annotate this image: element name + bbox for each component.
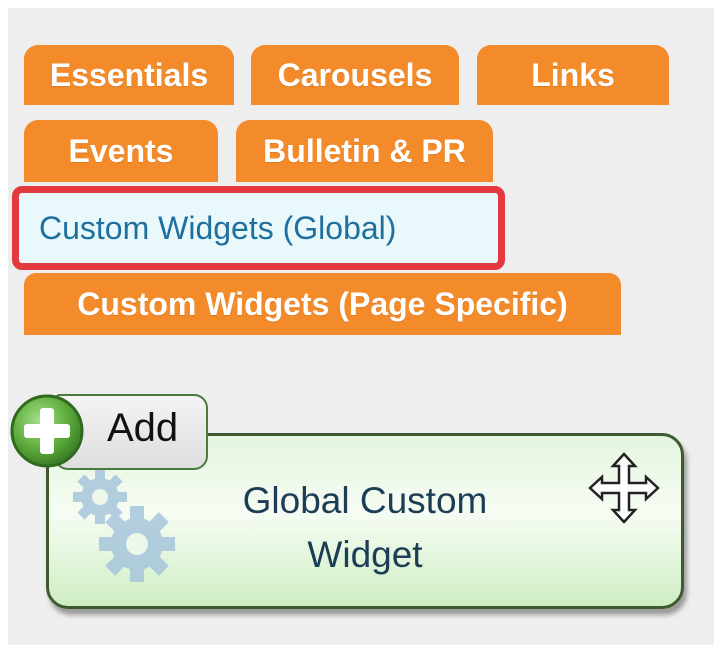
widget-title: Global Custom Widget — [199, 474, 531, 582]
gears-icon — [73, 470, 175, 582]
widget-title-line2: Widget — [307, 534, 423, 575]
tab-carousels[interactable]: Carousels — [251, 45, 459, 105]
tab-bulletin-pr[interactable]: Bulletin & PR — [236, 120, 493, 182]
tab-essentials[interactable]: Essentials — [24, 45, 234, 105]
add-widget-button[interactable]: Add — [8, 392, 210, 472]
widget-title-line1: Global Custom — [242, 480, 488, 521]
plus-circle-icon — [10, 394, 84, 468]
tab-custom-widgets-global[interactable]: Custom Widgets (Global) — [19, 193, 498, 263]
tab-custom-widgets-page-specific[interactable]: Custom Widgets (Page Specific) — [24, 273, 621, 335]
add-button-label: Add — [107, 406, 179, 450]
tab-links[interactable]: Links — [477, 45, 669, 105]
tab-events[interactable]: Events — [24, 120, 218, 182]
move-icon[interactable] — [587, 451, 661, 525]
